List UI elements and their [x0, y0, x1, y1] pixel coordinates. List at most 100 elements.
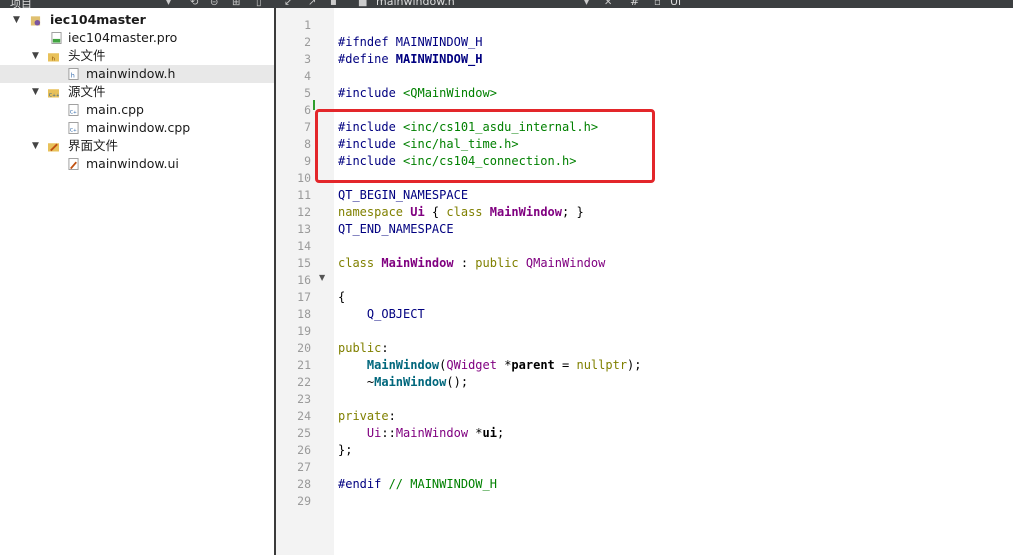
line-number: 24: [297, 409, 311, 423]
line-number: 23: [297, 392, 311, 406]
line-number: 22: [297, 375, 311, 389]
tree-root-label: iec104master: [50, 12, 146, 27]
tree-item-label: mainwindow.h: [86, 66, 176, 81]
svg-text:C+: C+: [70, 110, 77, 116]
tree-item-source-file[interactable]: C+ mainwindow.cpp: [0, 119, 274, 137]
code-line-21: MainWindow(QWidget *parent = nullptr);: [366, 358, 642, 372]
code-editor[interactable]: 1 2 3 4 5 6 7 8 9 10 11 12 13 14 15 16 17 18 19 20 21 22 23 24 2…: [276, 8, 1013, 555]
svg-text:h: h: [52, 57, 56, 63]
line-number: 6: [304, 103, 311, 117]
highlight-annotation-box: [315, 109, 655, 183]
line-number: 16: [297, 273, 311, 287]
close-panel-icon[interactable]: ▯: [256, 0, 262, 8]
tree-folder-label: 头文件: [68, 48, 106, 63]
code-line-2: #ifndef MAINWINDOW_H: [338, 35, 483, 49]
line-number: 13: [297, 222, 311, 236]
line-number: 5: [304, 86, 311, 100]
tree-item-source-file[interactable]: C+ main.cpp: [0, 101, 274, 119]
line-number: 15: [297, 256, 311, 270]
line-number: 2: [304, 35, 311, 49]
change-marker: [313, 100, 315, 110]
file-tab[interactable]: mainwindow.h: [376, 0, 455, 8]
line-number: 28: [297, 477, 311, 491]
tree-root[interactable]: ▼ iec104master: [0, 11, 274, 29]
line-number: 21: [297, 358, 311, 372]
code-line-20: public:: [338, 341, 389, 355]
tree-folder-label: 界面文件: [68, 138, 119, 153]
split-icon[interactable]: ⊞: [232, 0, 240, 8]
code-line-28: #endif // MAINWINDOW_H: [338, 477, 497, 491]
code-line-26: };: [338, 443, 353, 457]
code-line-25: Ui::MainWindow *ui;: [366, 426, 505, 440]
pro-file-icon: [51, 32, 62, 44]
code-line-13: QT_END_NAMESPACE: [338, 222, 454, 236]
tree-folder-headers[interactable]: ▼ h 头文件: [0, 47, 274, 65]
filter-icon[interactable]: ▾: [166, 0, 171, 8]
svg-text:C++: C++: [49, 93, 59, 99]
close-file-icon[interactable]: ✕: [604, 0, 612, 8]
forward-arrow-icon[interactable]: ↗: [308, 0, 316, 8]
svg-text:h: h: [71, 72, 75, 80]
symbol-icon: ▫: [654, 0, 661, 8]
line-number: 20: [297, 341, 311, 355]
top-toolbar: 项目 ▾ ⟲ ⊝ ⊞ ▯ ↙ ↗ ▪ ■ mainwindow.h ▾ ✕ # …: [0, 0, 1013, 8]
tree-item-form-file[interactable]: mainwindow.ui: [0, 155, 274, 173]
line-number: 27: [297, 460, 311, 474]
fold-arrow-icon[interactable]: ▼: [319, 273, 325, 282]
lock-icon: ▪: [330, 0, 337, 8]
tree-item-label: main.cpp: [86, 102, 144, 117]
line-number: 18: [297, 307, 311, 321]
code-line-5: #include <QMainWindow>: [338, 86, 497, 100]
line-number: 17: [297, 290, 311, 304]
line-number: 4: [304, 69, 311, 83]
code-line-18: Q_OBJECT: [338, 307, 425, 321]
line-number: 11: [297, 188, 311, 202]
line-number: 8: [304, 137, 311, 151]
code-line-11: QT_BEGIN_NAMESPACE: [338, 188, 469, 202]
code-line-12: namespace Ui { class MainWindow; }: [338, 205, 584, 219]
line-number: 7: [304, 120, 311, 134]
line-number: 14: [297, 239, 311, 253]
line-number: 12: [297, 205, 311, 219]
expand-arrow-icon[interactable]: ▼: [13, 11, 20, 29]
code-line-22: ~MainWindow();: [338, 375, 469, 389]
code-line-15: class MainWindow : public QMainWindow: [338, 256, 606, 270]
tree-item-label: iec104master.pro: [68, 30, 178, 45]
line-number: 3: [304, 52, 311, 66]
header-file-icon: h: [68, 68, 79, 80]
line-number: 19: [297, 324, 311, 338]
line-number: 10: [297, 171, 311, 185]
tree-folder-sources[interactable]: ▼ C++ 源文件: [0, 83, 274, 101]
line-number: 1: [304, 18, 311, 32]
link-icon[interactable]: ⊝: [210, 0, 218, 8]
line-number: 29: [297, 494, 311, 508]
symbol-tab[interactable]: Ui: [670, 0, 681, 8]
code-line-17: {: [338, 290, 346, 304]
panel-title: 项目: [10, 0, 32, 8]
expand-arrow-icon[interactable]: ▼: [32, 137, 39, 155]
tree-folder-forms[interactable]: ▼ 界面文件: [0, 137, 274, 155]
cpp-file-icon: C+: [68, 104, 79, 116]
code-line-3: #define MAINWINDOW_H: [338, 52, 483, 66]
project-tree: ▼ iec104master iec104master.pro ▼ h 头文件 …: [0, 8, 274, 555]
code-line-24: private:: [338, 409, 396, 423]
project-icon: [30, 16, 41, 26]
cpp-file-icon: C+: [68, 122, 79, 134]
headers-folder-icon: h: [48, 53, 59, 63]
header-file-icon: ■: [358, 0, 368, 8]
svg-text:C+: C+: [70, 128, 77, 134]
tree-item-header-file[interactable]: h mainwindow.h: [0, 65, 274, 83]
tree-item-label: mainwindow.cpp: [86, 120, 191, 135]
expand-arrow-icon[interactable]: ▼: [32, 83, 39, 101]
symbol-hash: #: [630, 0, 640, 8]
line-number: 9: [304, 154, 311, 168]
back-arrow-icon[interactable]: ↙: [284, 0, 292, 8]
tree-folder-label: 源文件: [68, 84, 106, 99]
line-number: 25: [297, 426, 311, 440]
tree-item-label: mainwindow.ui: [86, 156, 179, 171]
sync-icon[interactable]: ⟲: [190, 0, 198, 8]
expand-arrow-icon[interactable]: ▼: [32, 47, 39, 65]
tree-item-pro[interactable]: iec104master.pro: [0, 29, 274, 47]
sources-folder-icon: C++: [48, 89, 59, 99]
file-dropdown-icon[interactable]: ▾: [584, 0, 589, 8]
